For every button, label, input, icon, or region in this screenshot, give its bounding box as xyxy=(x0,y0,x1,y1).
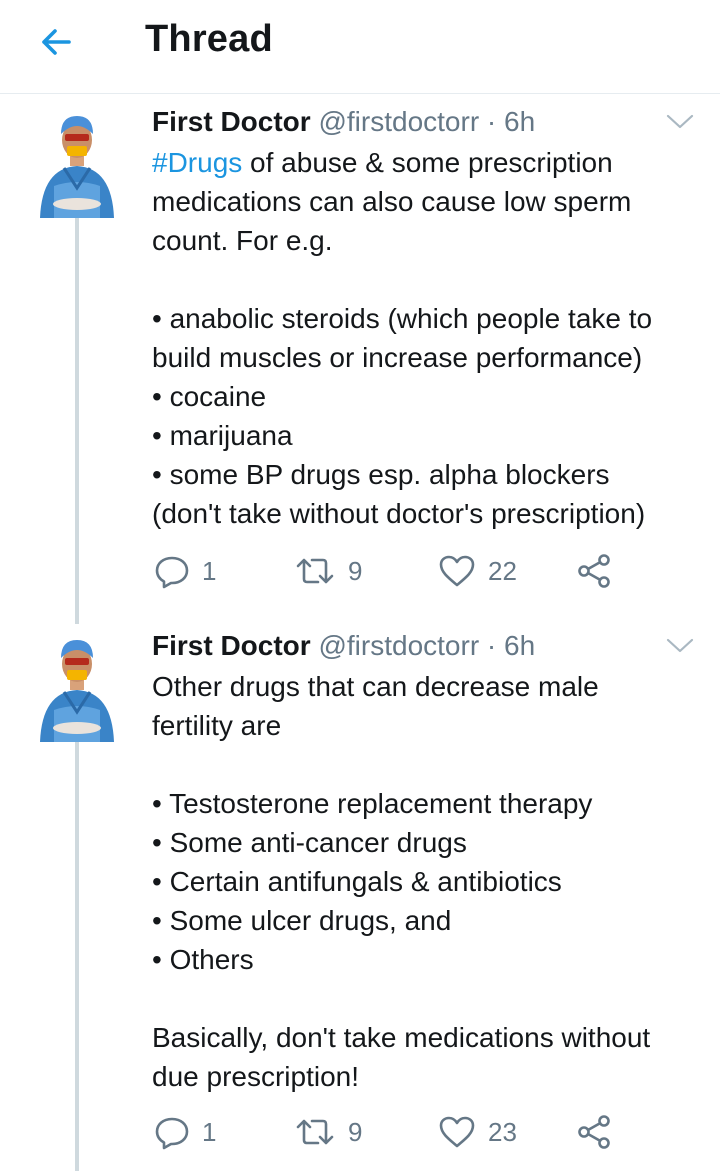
tweet-text-line: Basically, don't take medications withou… xyxy=(152,1022,651,1053)
reply-button[interactable]: 1 xyxy=(154,549,216,593)
share-button[interactable] xyxy=(577,549,611,593)
tweet-text-line: • Certain antifungals & antibiotics xyxy=(152,866,562,897)
tweet-text-line: due prescription! xyxy=(152,1061,360,1092)
reply-count: 1 xyxy=(202,1116,217,1147)
retweet-count: 9 xyxy=(348,1116,363,1147)
tweet-text-line: (don't take without doctor's prescriptio… xyxy=(152,498,646,529)
tweet-actions: 1 9 23 xyxy=(152,1110,672,1154)
tweet-text-line: • Some ulcer drugs, and xyxy=(152,905,452,936)
heart-icon xyxy=(439,1116,475,1148)
chevron-down-icon xyxy=(666,638,694,653)
meta-separator: · xyxy=(486,630,497,661)
back-button[interactable] xyxy=(36,22,76,62)
meta-separator: · xyxy=(486,106,497,137)
like-button[interactable]: 22 xyxy=(438,549,517,593)
tweet-text-spacer xyxy=(152,745,712,784)
reply-icon xyxy=(155,556,189,589)
like-count: 22 xyxy=(488,555,517,586)
doctor-avatar-image xyxy=(30,106,124,218)
avatar[interactable] xyxy=(30,630,124,742)
tweet-text-line: • Some anti-cancer drugs xyxy=(152,827,467,858)
tweet-timestamp[interactable]: 6h xyxy=(504,106,535,137)
reply-button[interactable]: 1 xyxy=(154,1110,216,1154)
tweet-actions: 1 9 22 xyxy=(152,549,672,593)
reply-icon xyxy=(155,1117,189,1150)
tweet-text: #Drugs of abuse & some prescription medi… xyxy=(152,143,712,533)
retweet-button[interactable]: 9 xyxy=(294,1110,362,1154)
author-handle[interactable]: @firstdoctorr xyxy=(318,630,479,661)
tweet-text-line: • cocaine xyxy=(152,381,267,412)
share-button[interactable] xyxy=(577,1110,611,1154)
tweet-menu-button[interactable] xyxy=(664,112,696,132)
doctor-avatar-image xyxy=(30,630,124,742)
tweet[interactable]: First Doctor @firstdoctorr · 6h Other dr… xyxy=(0,624,720,1171)
tweet-text-line: medications can also cause low sperm xyxy=(152,186,632,217)
retweet-count: 9 xyxy=(348,555,363,586)
tweet-text-line: build muscles or increase performance) xyxy=(152,342,643,373)
hashtag-link[interactable]: #Drugs xyxy=(152,147,242,178)
author-name[interactable]: First Doctor xyxy=(152,106,311,137)
share-icon xyxy=(578,1115,610,1149)
tweet-text-line: • anabolic steroids (which people take t… xyxy=(152,303,653,334)
avatar[interactable] xyxy=(30,106,124,218)
tweet[interactable]: First Doctor @firstdoctorr · 6h #Drugs o… xyxy=(0,100,720,620)
heart-icon xyxy=(439,555,475,587)
tweet-text-line: • marijuana xyxy=(152,420,293,451)
tweet-text-line: #Drugs of abuse & some prescription xyxy=(152,147,613,178)
tweet-text-spacer xyxy=(152,260,712,299)
like-count: 23 xyxy=(488,1116,517,1147)
share-icon xyxy=(578,554,610,588)
tweet-header: First Doctor @firstdoctorr · 6h xyxy=(152,629,535,663)
tweet-text: Other drugs that can decrease male ferti… xyxy=(152,667,712,1096)
page-title: Thread xyxy=(145,18,273,60)
tweet-text-spacer xyxy=(152,979,712,1018)
tweet-text-line: • Testosterone replacement therapy xyxy=(152,788,593,819)
author-name[interactable]: First Doctor xyxy=(152,630,311,661)
retweet-button[interactable]: 9 xyxy=(294,549,362,593)
like-button[interactable]: 23 xyxy=(438,1110,517,1154)
retweet-icon xyxy=(296,1119,334,1145)
tweet-menu-button[interactable] xyxy=(664,636,696,656)
reply-count: 1 xyxy=(202,555,217,586)
chevron-down-icon xyxy=(666,114,694,129)
tweet-text-line: Other drugs that can decrease male xyxy=(152,671,599,702)
tweet-text-line: • Others xyxy=(152,944,254,975)
app-header: Thread xyxy=(0,0,720,94)
tweet-text-line: • some BP drugs esp. alpha blockers xyxy=(152,459,610,490)
retweet-icon xyxy=(296,558,334,584)
arrow-left-icon xyxy=(42,29,71,55)
tweet-text-line: fertility are xyxy=(152,710,282,741)
tweet-text-line: count. For e.g. xyxy=(152,225,333,256)
tweet-header: First Doctor @firstdoctorr · 6h xyxy=(152,105,535,139)
author-handle[interactable]: @firstdoctorr xyxy=(318,106,479,137)
tweet-timestamp[interactable]: 6h xyxy=(504,630,535,661)
